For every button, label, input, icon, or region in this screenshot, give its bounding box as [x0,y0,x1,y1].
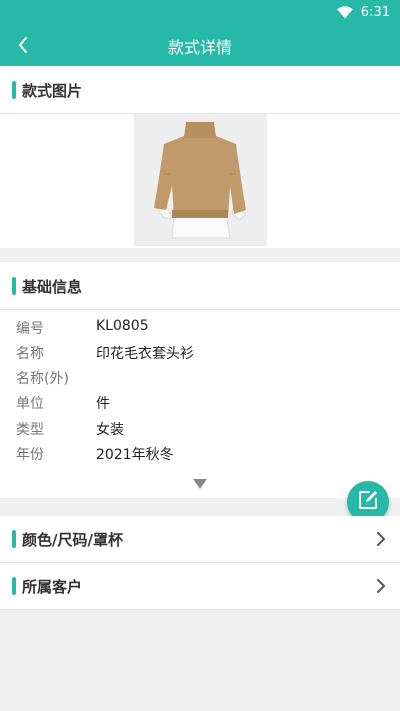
info-row-external-name: 名称(外) [0,364,400,388]
basic-info-list: 编号 KL0805 名称 印花毛衣套头衫 名称(外) 单位 件 类型 女装 年份… [0,310,400,498]
section-accent-bar [12,577,16,595]
info-label: 年份 [16,447,44,463]
info-row-type: 类型 女装 [0,415,400,439]
page-title: 款式详情 [167,38,232,57]
info-row-year: 年份 2021年秋冬 [0,440,400,464]
nav-row-label: 颜色/尺码/罩杯 [22,531,123,549]
info-label: 名称 [16,346,44,362]
status-time: 6:31 [360,4,390,20]
section-accent-bar [12,277,16,295]
section-accent-bar [12,81,16,99]
section-title-basic-info: 基础信息 [22,278,83,296]
info-value: 女装 [96,422,124,438]
info-value: 印花毛衣套头衫 [96,346,194,362]
info-row-name: 名称 印花毛衣套头衫 [0,339,400,363]
info-row-code: 编号 KL0805 [0,314,400,338]
info-label: 单位 [16,396,44,412]
nav-row-label: 所属客户 [22,578,83,596]
chevron-right-icon [376,531,386,547]
info-row-unit: 单位 件 [0,389,400,413]
section-accent-bar [12,530,16,548]
edit-icon [357,489,379,515]
divider [0,609,400,610]
info-value: 2021年秋冬 [96,447,174,463]
wifi-icon [336,5,353,19]
section-title-image: 款式图片 [22,82,83,100]
caret-down-icon[interactable] [193,474,207,489]
info-label: 类型 [16,422,44,438]
info-value: KL0805 [96,318,149,334]
info-label: 名称(外) [16,371,69,387]
chevron-right-icon [376,578,386,594]
info-value: 件 [96,396,110,412]
info-label: 编号 [16,321,44,337]
nav-row-customer[interactable]: 所属客户 [0,563,400,609]
status-indicators: 6:31 [336,2,390,22]
app-bar: 款式详情 [0,24,400,66]
image-area [0,114,400,248]
nav-row-color-size-cup[interactable]: 颜色/尺码/罩杯 [0,516,400,562]
product-image[interactable] [134,114,267,246]
section-header-basic-info: 基础信息 [0,262,400,309]
section-header-image: 款式图片 [0,66,400,113]
status-bar: 6:31 [0,0,400,24]
